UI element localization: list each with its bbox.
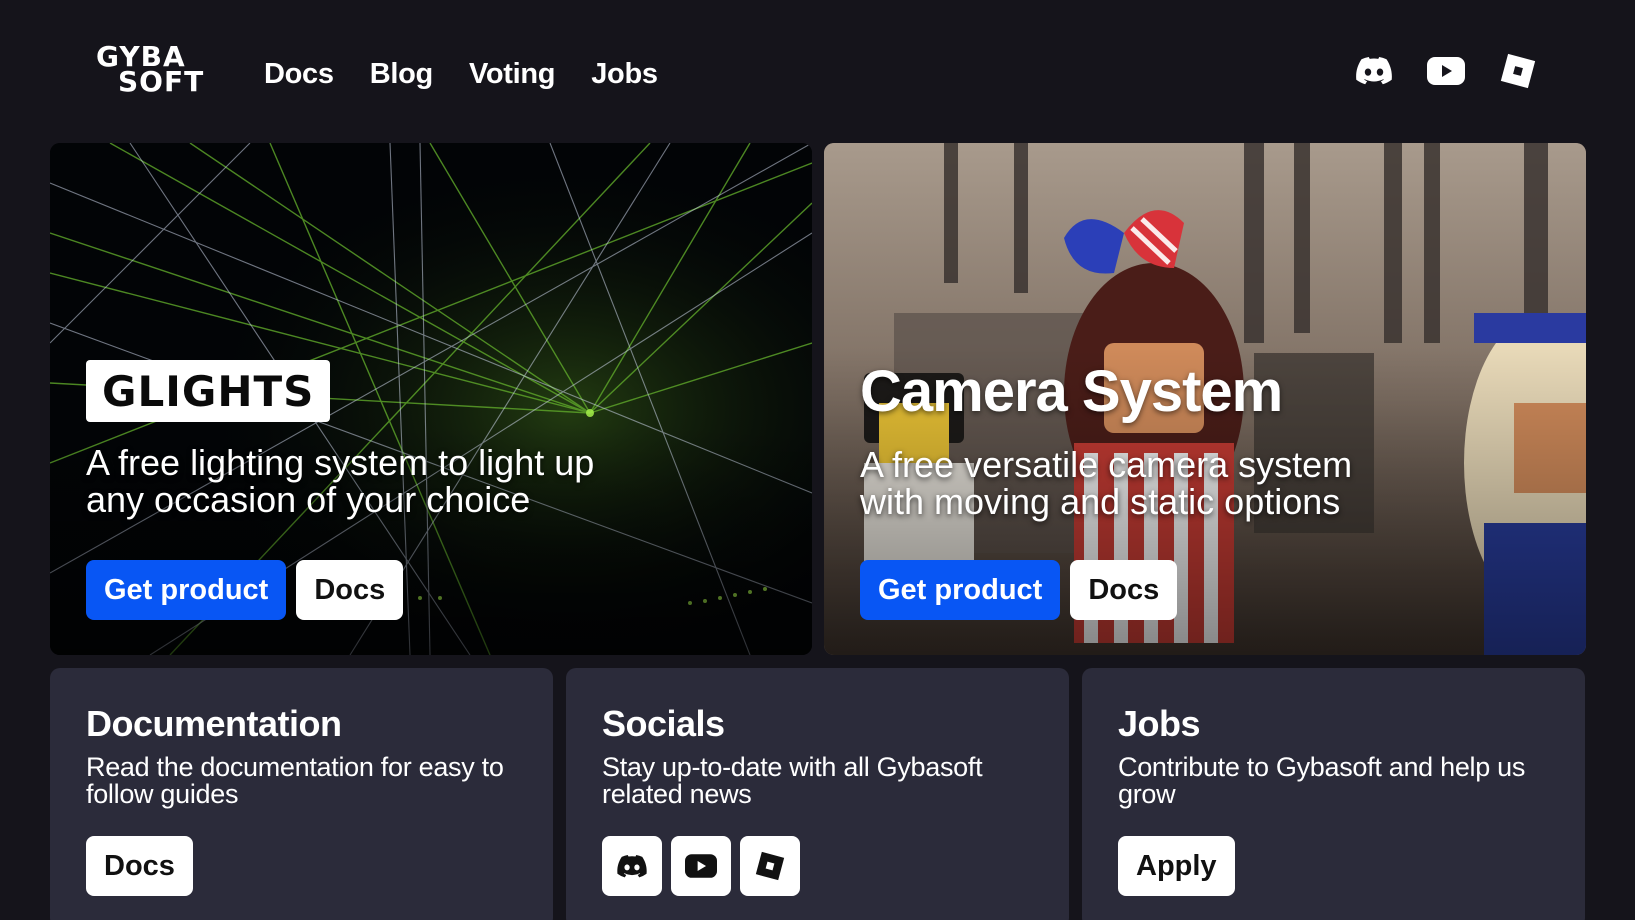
camera-system-hero-card: Camera System A free versatile camera sy…: [824, 143, 1586, 655]
camera-system-hero-buttons: Get product Docs: [860, 560, 1178, 620]
socials-card-title: Socials: [602, 703, 725, 744]
camera-system-title: Camera System: [860, 359, 1283, 424]
discord-icon[interactable]: [1355, 52, 1393, 90]
socials-discord-button[interactable]: [602, 836, 662, 896]
documentation-docs-button[interactable]: Docs: [86, 836, 193, 896]
top-nav: GYBA SOFT Docs Blog Voting Jobs: [0, 0, 1635, 140]
youtube-icon: [685, 854, 717, 878]
socials-card-description: Stay up-to-date with all Gybasoft relate…: [602, 752, 983, 809]
jobs-card: Jobs Contribute to Gybasoft and help us …: [1082, 668, 1585, 920]
glights-docs-button[interactable]: Docs: [296, 560, 404, 620]
glights-hero-card: GLIGHTS A free lighting system to light …: [50, 143, 812, 655]
glights-description: A free lighting system to light up any o…: [86, 442, 595, 520]
camera-system-hero-content: Camera System A free versatile camera sy…: [860, 359, 1550, 522]
documentation-card-title: Documentation: [86, 703, 342, 744]
roblox-icon[interactable]: [1499, 52, 1537, 90]
documentation-card-actions: Docs: [86, 836, 193, 896]
nav-social-icons: [1355, 52, 1537, 90]
gybasoft-logo[interactable]: GYBA SOFT: [96, 43, 220, 100]
jobs-apply-button[interactable]: Apply: [1118, 836, 1235, 896]
discord-icon: [617, 854, 647, 877]
camera-system-docs-button[interactable]: Docs: [1070, 560, 1178, 620]
nav-link-jobs[interactable]: Jobs: [591, 54, 658, 94]
socials-roblox-button[interactable]: [740, 836, 800, 896]
jobs-card-actions: Apply: [1118, 836, 1235, 896]
youtube-icon[interactable]: [1427, 52, 1465, 90]
glights-hero-content: GLIGHTS A free lighting system to light …: [86, 360, 776, 518]
glights-logo-badge: GLIGHTS: [86, 360, 331, 422]
jobs-card-description: Contribute to Gybasoft and help us grow: [1118, 752, 1526, 809]
glights-hero-buttons: Get product Docs: [86, 560, 404, 620]
socials-card-actions: [602, 836, 800, 896]
nav-link-voting[interactable]: Voting: [469, 54, 556, 94]
logo-text-bottom: SOFT: [118, 65, 205, 98]
socials-youtube-button[interactable]: [671, 836, 731, 896]
socials-card: Socials Stay up-to-date with all Gybasof…: [566, 668, 1069, 920]
documentation-card: Documentation Read the documentation for…: [50, 668, 553, 920]
camera-system-get-product-button[interactable]: Get product: [860, 560, 1061, 620]
camera-system-description: A free versatile camera system with movi…: [860, 444, 1353, 522]
roblox-icon: [755, 851, 785, 881]
nav-links: Docs Blog Voting Jobs: [264, 54, 658, 94]
glights-get-product-button[interactable]: Get product: [86, 560, 287, 620]
nav-link-blog[interactable]: Blog: [370, 54, 434, 94]
documentation-card-description: Read the documentation for easy to follo…: [86, 752, 504, 809]
nav-link-docs[interactable]: Docs: [264, 54, 334, 94]
jobs-card-title: Jobs: [1118, 703, 1201, 744]
